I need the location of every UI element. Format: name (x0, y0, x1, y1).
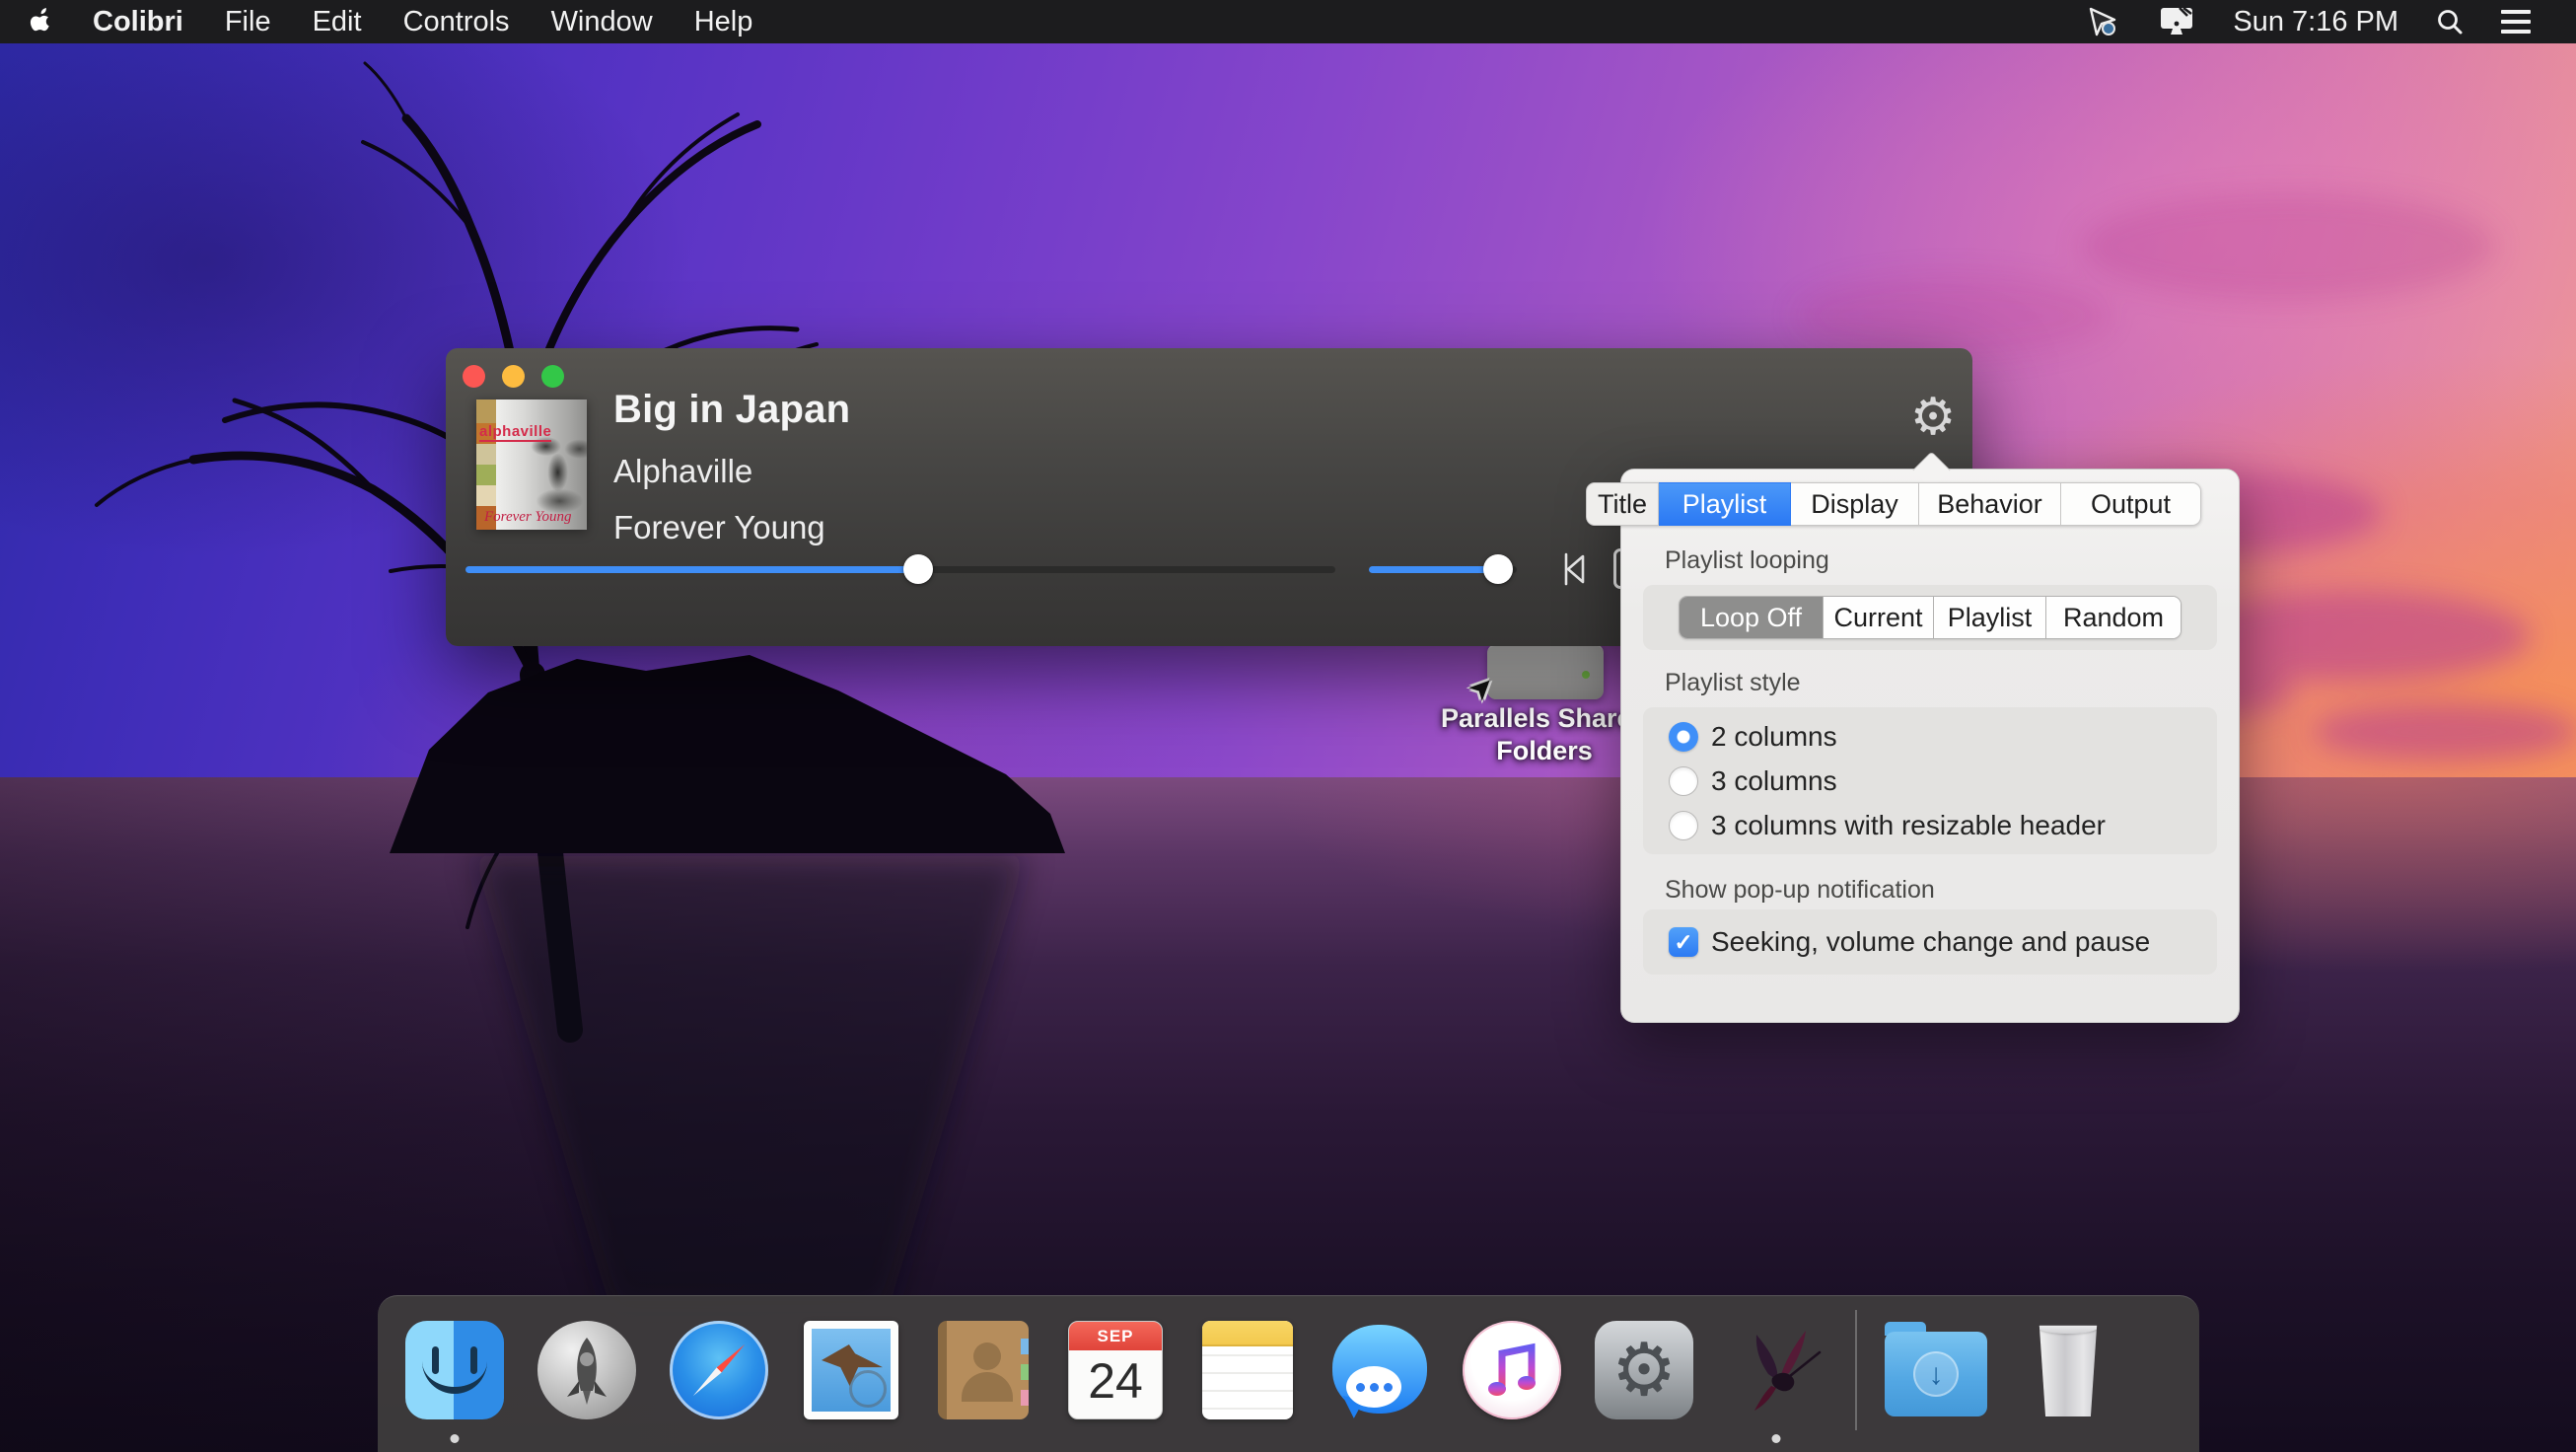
dock-item-launchpad[interactable] (534, 1317, 640, 1423)
dock-item-calendar[interactable]: SEP 24 (1062, 1317, 1169, 1423)
segment-playlist[interactable]: Playlist (1934, 597, 2046, 638)
safari-needle (689, 1341, 748, 1399)
seek-slider-fill (465, 566, 918, 573)
trash-icon (2038, 1324, 2099, 1416)
track-artist: Alphaville (613, 453, 850, 490)
radio-row-3-columns[interactable]: 3 columns (1669, 759, 2217, 803)
previous-track-icon[interactable] (1552, 547, 1596, 591)
now-playing-meta: Big in Japan Alphaville Forever Young (613, 388, 850, 546)
dock-item-messages[interactable] (1326, 1317, 1433, 1423)
segment-loop-off[interactable]: Loop Off (1680, 597, 1824, 638)
menu-file[interactable]: File (225, 6, 271, 38)
downloads-folder-icon: ↓ (1885, 1332, 1987, 1416)
itunes-note-icon (1463, 1321, 1561, 1419)
dock-item-colibri[interactable] (1723, 1317, 1829, 1423)
radio-label: 3 columns with resizable header (1711, 810, 2106, 841)
notes-icon (1202, 1321, 1293, 1419)
radio-label: 2 columns (1711, 721, 1837, 753)
menu-window[interactable]: Window (551, 6, 653, 38)
album-art-band-text: alphaville (479, 423, 551, 442)
playlist-looping-group: Loop Off Current Playlist Random (1643, 585, 2217, 650)
minimize-button[interactable] (502, 365, 525, 388)
preferences-popover: Title Playlist Display Behavior Output P… (1620, 469, 2240, 1023)
notification-center-icon[interactable] (2501, 4, 2531, 39)
tab-playlist[interactable]: Playlist (1659, 482, 1791, 526)
track-album: Forever Young (613, 509, 850, 546)
playlist-looping-label: Playlist looping (1665, 546, 1829, 575)
looping-segmented-control: Loop Off Current Playlist Random (1679, 596, 2182, 639)
radio-row-3-columns-resizable[interactable]: 3 columns with resizable header (1669, 803, 2217, 847)
gear-icon[interactable]: ⚙ (1903, 388, 1963, 447)
volume-slider-thumb[interactable] (1483, 554, 1513, 584)
island-silhouette (375, 612, 1085, 1361)
parallels-cursor-icon[interactable] (2087, 6, 2120, 37)
menu-app-colibri[interactable]: Colibri (93, 6, 183, 38)
calendar-day: 24 (1069, 1352, 1162, 1410)
album-art-album-text: Forever Young (484, 509, 571, 526)
display-icon[interactable] (2158, 5, 2195, 38)
dock-item-safari[interactable] (666, 1317, 772, 1423)
zoom-button[interactable] (541, 365, 564, 388)
calendar-icon: SEP 24 (1068, 1321, 1163, 1419)
popup-notification-label: Show pop-up notification (1665, 876, 1935, 905)
playlist-style-label: Playlist style (1665, 669, 1801, 697)
tab-display[interactable]: Display (1791, 482, 1919, 526)
launchpad-rocket-icon (537, 1321, 636, 1419)
segment-random[interactable]: Random (2046, 597, 2181, 638)
colibri-hummingbird-icon (1727, 1321, 1825, 1419)
menu-bar-clock[interactable]: Sun 7:16 PM (2233, 6, 2398, 38)
dock-item-notes[interactable] (1194, 1317, 1301, 1423)
dock-item-system-preferences[interactable]: ⚙ (1591, 1317, 1697, 1423)
download-arrow-icon: ↓ (1913, 1351, 1959, 1397)
popup-notification-group: ✓ Seeking, volume change and pause (1643, 909, 2217, 975)
calendar-month: SEP (1069, 1322, 1162, 1350)
spotlight-search-icon[interactable] (2436, 8, 2464, 36)
safari-compass-icon (670, 1321, 768, 1419)
tab-title[interactable]: Title (1586, 482, 1659, 526)
mail-stamp-icon (804, 1321, 898, 1419)
apple-logo-icon[interactable] (26, 7, 51, 37)
radio-3-columns-resizable[interactable] (1669, 811, 1698, 840)
checkbox-label: Seeking, volume change and pause (1711, 926, 2150, 958)
menu-edit[interactable]: Edit (313, 6, 362, 38)
desktop-screen: ➤ Parallels Shared Folders alphaville Fo… (0, 0, 2576, 1452)
preferences-tabs: Title Playlist Display Behavior Output (1586, 482, 2201, 526)
radio-2-columns[interactable] (1669, 722, 1698, 752)
seek-slider-thumb[interactable] (903, 554, 933, 584)
dock: SEP 24 (378, 1295, 2199, 1452)
menu-controls[interactable]: Controls (403, 6, 510, 38)
tab-output[interactable]: Output (2061, 482, 2201, 526)
dock-separator (1855, 1310, 1857, 1430)
playlist-style-group: 2 columns 3 columns 3 columns with resiz… (1643, 707, 2217, 854)
dock-item-contacts[interactable] (930, 1317, 1037, 1423)
radio-row-2-columns[interactable]: 2 columns (1669, 714, 2217, 759)
dock-item-finder[interactable] (401, 1317, 508, 1423)
volume-slider-fill (1369, 566, 1498, 573)
menu-help[interactable]: Help (694, 6, 753, 38)
volume-slider[interactable] (1369, 566, 1517, 573)
radio-label: 3 columns (1711, 765, 1837, 797)
finder-icon (405, 1321, 504, 1419)
segment-current[interactable]: Current (1824, 597, 1934, 638)
dock-item-itunes[interactable] (1459, 1317, 1565, 1423)
close-button[interactable] (463, 365, 485, 388)
external-drive-icon (1487, 644, 1604, 699)
track-title: Big in Japan (613, 388, 850, 432)
tab-behavior[interactable]: Behavior (1919, 482, 2061, 526)
drive-led-light (1582, 671, 1590, 679)
seeking-checkbox[interactable]: ✓ (1669, 927, 1698, 957)
dock-item-mail[interactable] (798, 1317, 904, 1423)
menu-bar: Colibri File Edit Controls Window Help (0, 0, 2576, 43)
seek-slider[interactable] (465, 566, 1335, 573)
window-controls (463, 365, 564, 388)
system-preferences-gear-icon: ⚙ (1595, 1321, 1693, 1419)
contacts-book-icon (938, 1321, 1029, 1419)
mail-postmark (849, 1370, 887, 1408)
dock-item-downloads[interactable]: ↓ (1883, 1317, 1989, 1423)
messages-bubble-icon (1330, 1321, 1429, 1419)
album-art: alphaville Forever Young (476, 399, 587, 530)
dock-item-trash[interactable] (2015, 1317, 2121, 1423)
radio-3-columns[interactable] (1669, 766, 1698, 796)
